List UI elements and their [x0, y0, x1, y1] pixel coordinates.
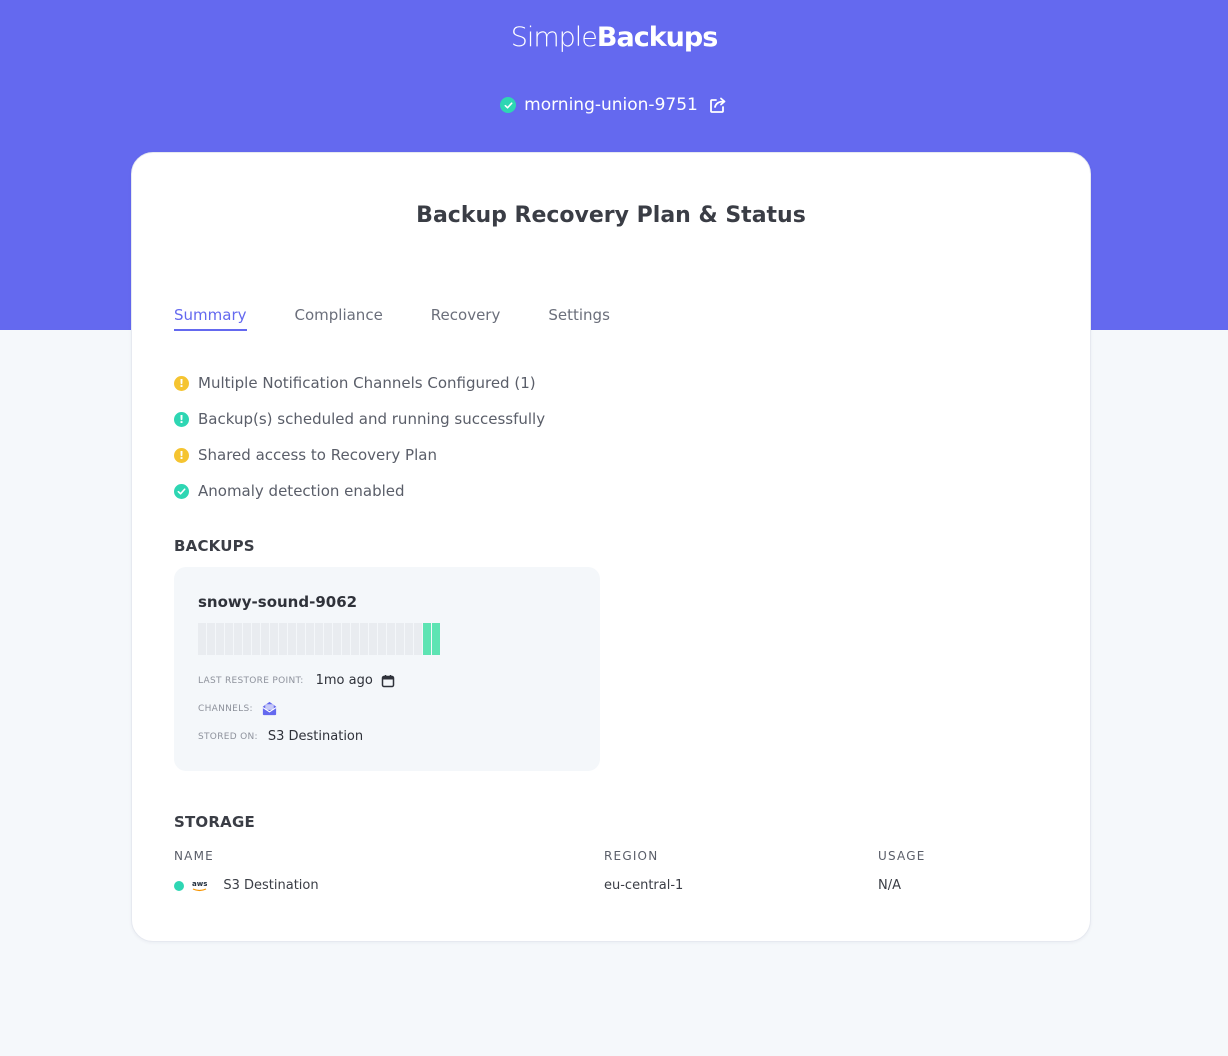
check-item: ! Backup(s) scheduled and running succes… [174, 401, 545, 437]
tab-settings[interactable]: Settings [548, 303, 610, 331]
exclamation-icon: ! [174, 447, 189, 463]
page-title: Backup Recovery Plan & Status [416, 203, 806, 228]
history-bar[interactable] [342, 623, 350, 655]
status-dot [174, 881, 184, 891]
history-bar[interactable] [207, 623, 215, 655]
check-item: ! Multiple Notification Channels Configu… [174, 365, 545, 401]
brand-logo[interactable]: SimpleBackups [0, 20, 1228, 56]
history-bar[interactable] [306, 623, 314, 655]
backup-history-bars [198, 623, 440, 655]
check-item: ! Shared access to Recovery Plan [174, 437, 545, 473]
plan-header: morning-union-9751 [0, 92, 1228, 118]
history-bar[interactable] [432, 623, 440, 655]
backup-card[interactable]: snowy-sound-9062 LAST RESTORE POINT: 1mo… [174, 567, 600, 771]
storage-row[interactable]: aws S3 Destination [174, 877, 319, 895]
storage-region: eu-central-1 [604, 878, 684, 893]
column-header-usage: USAGE [878, 849, 926, 863]
history-bar[interactable] [279, 623, 287, 655]
storage-heading: STORAGE [174, 813, 255, 831]
tab-recovery[interactable]: Recovery [431, 303, 501, 331]
history-bar[interactable] [324, 623, 332, 655]
history-bar[interactable] [243, 623, 251, 655]
last-restore-value: 1mo ago [315, 673, 373, 688]
history-bar[interactable] [270, 623, 278, 655]
last-restore-row: LAST RESTORE POINT: 1mo ago [198, 673, 395, 688]
history-bar[interactable] [234, 623, 242, 655]
plan-card: Backup Recovery Plan & Status Summary Co… [131, 152, 1091, 942]
email-icon[interactable] [261, 700, 278, 717]
history-bar[interactable] [360, 623, 368, 655]
history-bar[interactable] [369, 623, 377, 655]
history-bar[interactable] [252, 623, 260, 655]
backup-name[interactable]: snowy-sound-9062 [198, 593, 357, 611]
aws-icon: aws [192, 880, 207, 892]
history-bar[interactable] [315, 623, 323, 655]
storage-usage: N/A [878, 878, 901, 893]
history-bar[interactable] [387, 623, 395, 655]
history-bar[interactable] [351, 623, 359, 655]
stored-on-value[interactable]: S3 Destination [268, 729, 363, 744]
history-bar[interactable] [333, 623, 341, 655]
column-header-region: REGION [604, 849, 659, 863]
history-bar[interactable] [216, 623, 224, 655]
calendar-icon[interactable] [381, 674, 395, 688]
history-bar[interactable] [261, 623, 269, 655]
history-bar[interactable] [198, 623, 206, 655]
exclamation-icon: ! [174, 375, 189, 391]
status-check-list: ! Multiple Notification Channels Configu… [174, 365, 545, 509]
tab-compliance[interactable]: Compliance [295, 303, 383, 331]
history-bar[interactable] [414, 623, 422, 655]
column-header-name: NAME [174, 849, 214, 863]
check-circle-icon [500, 97, 517, 113]
tab-summary[interactable]: Summary [174, 303, 247, 331]
check-item: Anomaly detection enabled [174, 473, 545, 509]
exclamation-icon: ! [174, 411, 189, 427]
history-bar[interactable] [225, 623, 233, 655]
share-icon[interactable] [708, 95, 728, 115]
history-bar[interactable] [405, 623, 413, 655]
check-icon [174, 483, 189, 499]
tab-bar: Summary Compliance Recovery Settings [174, 303, 658, 331]
backups-heading: BACKUPS [174, 537, 255, 555]
history-bar[interactable] [423, 623, 431, 655]
history-bar[interactable] [396, 623, 404, 655]
channels-row: CHANNELS: [198, 700, 278, 717]
history-bar[interactable] [288, 623, 296, 655]
history-bar[interactable] [378, 623, 386, 655]
stored-on-row: STORED ON: S3 Destination [198, 729, 364, 744]
plan-name: morning-union-9751 [524, 95, 698, 115]
storage-name: S3 Destination [223, 878, 319, 893]
history-bar[interactable] [297, 623, 305, 655]
